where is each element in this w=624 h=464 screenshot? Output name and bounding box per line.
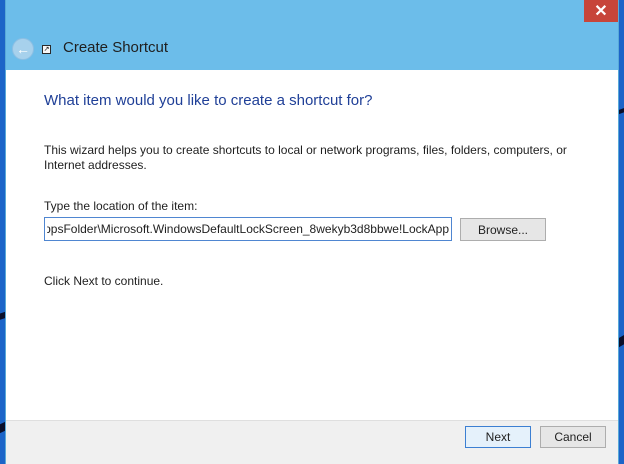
wizard-footer: Next Cancel bbox=[6, 420, 618, 464]
next-button[interactable]: Next bbox=[465, 426, 531, 448]
back-button[interactable]: ← bbox=[12, 38, 34, 60]
create-shortcut-window: ✕ ← ↗ Create Shortcut What item would yo… bbox=[6, 0, 618, 464]
footer-divider bbox=[6, 420, 618, 421]
close-icon: ✕ bbox=[594, 3, 608, 20]
wizard-description: This wizard helps you to create shortcut… bbox=[44, 143, 567, 172]
back-arrow-icon: ← bbox=[16, 41, 30, 57]
title-bar: ✕ ← ↗ Create Shortcut bbox=[6, 0, 618, 70]
wizard-content: What item would you like to create a sho… bbox=[6, 70, 618, 420]
location-input[interactable] bbox=[44, 217, 452, 241]
continue-hint: Click Next to continue. bbox=[44, 274, 164, 288]
close-button[interactable]: ✕ bbox=[584, 0, 618, 22]
window-title: Create Shortcut bbox=[63, 39, 169, 56]
cancel-button[interactable]: Cancel bbox=[540, 426, 606, 448]
location-label: Type the location of the item: bbox=[44, 199, 198, 213]
wizard-heading: What item would you like to create a sho… bbox=[44, 92, 373, 109]
shortcut-icon: ↗ bbox=[42, 45, 51, 54]
browse-button[interactable]: Browse... bbox=[460, 218, 546, 241]
